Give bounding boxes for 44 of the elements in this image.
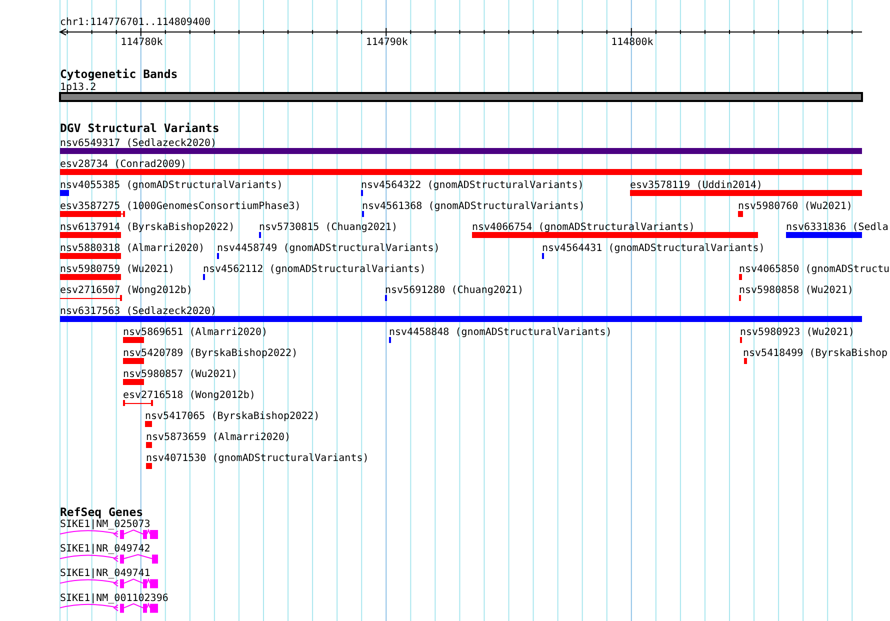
variant-label: nsv6317563 (Sedlazeck2020) [60,306,217,317]
variant-label: esv2716518 (Wong2012b) [123,390,256,401]
variant-label: nsv5869651 (Almarri2020) [123,327,268,338]
ruler-tick-label: 114800k [611,37,654,48]
variant-label: nsv5420789 (ByrskaBishop2022) [123,348,298,359]
ruler-tick-label: 114780k [120,37,163,48]
variant-label: nsv4562112 (gnomADStructuralVariants) [203,264,426,275]
variant-label: nsv5691280 (Chuang2021) [385,285,524,296]
variant-label: nsv5980760 (Wu2021) [738,201,852,212]
variant-label: nsv6331836 (Sedla [786,222,888,233]
variant-label: nsv4055385 (gnomADStructuralVariants) [60,180,283,191]
variant-label: nsv5980857 (Wu2021) [123,369,238,380]
variant-label: nsv5873659 (Almarri2020) [146,432,290,443]
variant-label: nsv5417065 (ByrskaBishop2022) [145,411,320,422]
variant-label: nsv4065850 (gnomADStructu [739,264,890,275]
variant-label: nsv5980759 (Wu2021) [60,264,174,275]
band-label: 1p13.2 [60,82,96,93]
variant-label: nsv4458749 (gnomADStructuralVariants) [217,243,440,254]
variant-label: esv28734 (Conrad2009) [60,159,186,170]
region-label: chr1:114776701..114809400 [60,17,211,28]
variant-label: nsv6549317 (Sedlazeck2020) [60,138,217,149]
gene-label: SIKE1|NR_049742 [60,544,150,555]
variant-label: nsv4066754 (gnomADStructuralVariants) [472,222,695,233]
track-title: RefSeq Genes [60,505,144,519]
gene-label: SIKE1|NM_025073 [60,519,150,530]
variant-label: nsv4561368 (gnomADStructuralVariants) [362,201,585,212]
ruler-tick-label: 114790k [366,37,408,48]
track-title: Cytogenetic Bands [60,67,178,81]
variant-label: nsv5418499 (ByrskaBishop [743,348,888,359]
variant-label: nsv4071530 (gnomADStructuralVariants) [146,453,369,464]
variant-label: esv2716507 (Wong2012b) [60,285,192,296]
variant-label: nsv5980923 (Wu2021) [740,327,854,338]
track-title: DGV Structural Variants [60,121,220,135]
variant-label: nsv4564322 (gnomADStructuralVariants) [361,180,584,191]
gene-label: SIKE1|NR_049741 [60,568,150,580]
variant-label: nsv5980858 (Wu2021) [739,285,854,296]
variant-label: nsv4458848 (gnomADStructuralVariants) [389,327,612,338]
variant-label: esv3578119 (Uddin2014) [630,180,762,191]
variant-label: esv3587275 (1000GenomesConsortiumPhase3) [60,201,301,212]
variant-label: nsv5880318 (Almarri2020) [60,243,204,254]
variant-label: nsv5730815 (Chuang2021) [259,222,398,233]
variant-label: nsv6137914 (ByrskaBishop2022) [60,222,235,233]
variant-label: nsv4564431 (gnomADStructuralVariants) [542,243,765,254]
gene-label: SIKE1|NM_001102396 [60,592,168,604]
